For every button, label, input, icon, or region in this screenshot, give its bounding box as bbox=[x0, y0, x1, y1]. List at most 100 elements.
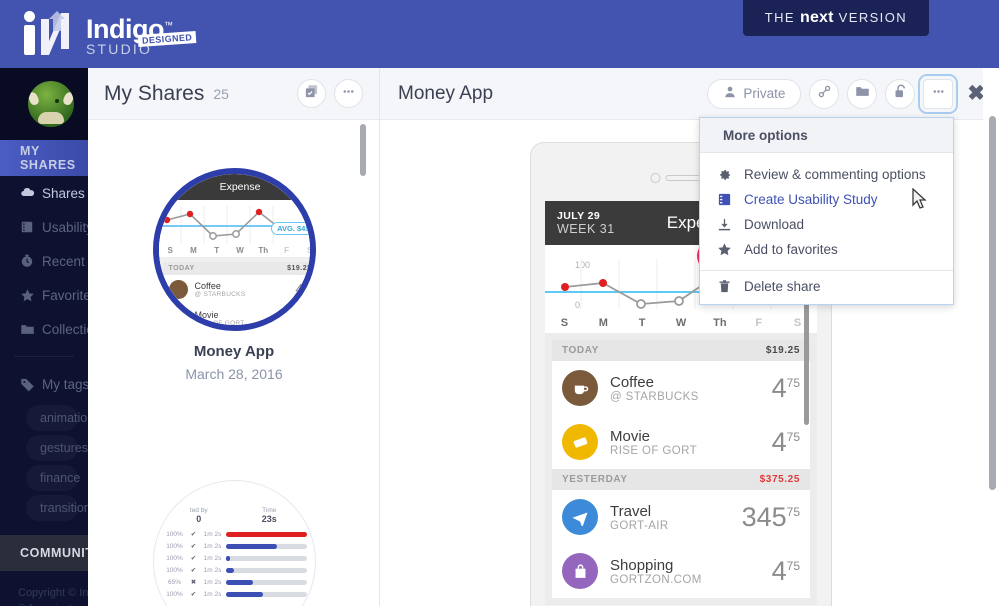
multi-select-button[interactable] bbox=[297, 79, 326, 108]
usability-col2-main: 23s bbox=[261, 514, 277, 524]
usability-row: 100% ✔ 1m 2s bbox=[154, 564, 315, 576]
share-card-title: Money App bbox=[193, 343, 275, 360]
mini-row: Coffee @ STARBUCKS 475 bbox=[162, 275, 312, 304]
sidebar-item-recent-label: Recent bbox=[42, 253, 85, 269]
usability-col1-main: 0 bbox=[196, 514, 202, 524]
usability-row-pct: 65% bbox=[167, 578, 181, 586]
share-thumbnail[interactable]: Expense AVG. $45 S M T W Th F S TODAY $1… bbox=[152, 168, 316, 331]
mini-expense-app: Expense AVG. $45 S M T W Th F S TODAY $1… bbox=[158, 174, 312, 325]
mini-day-4: Th bbox=[258, 246, 269, 255]
link-icon bbox=[817, 84, 832, 104]
mini-section-header: TODAY $19.25 bbox=[162, 262, 312, 275]
transaction-minor: 75 bbox=[786, 558, 800, 573]
sidebar-item-usability-label: Usability studies bbox=[42, 219, 88, 235]
share-card-date: March 28, 2016 bbox=[185, 366, 283, 382]
usability-icon bbox=[20, 220, 42, 234]
chart-day-2: T bbox=[638, 317, 646, 329]
mini-row-major: 4 bbox=[295, 281, 304, 298]
usability-row-time: 1m 2s bbox=[203, 554, 222, 562]
section-amount: $375.25 bbox=[759, 474, 800, 485]
permissions-button[interactable] bbox=[885, 78, 916, 109]
mini-section-label: TODAY bbox=[168, 265, 195, 272]
mini-row: Movie RISE OF GORT 475 bbox=[162, 304, 312, 325]
avatar[interactable] bbox=[28, 81, 74, 127]
transaction-minor: 75 bbox=[786, 375, 800, 390]
mini-day-1: M bbox=[190, 246, 197, 255]
shares-more-button[interactable] bbox=[334, 79, 363, 108]
privacy-button[interactable]: Private bbox=[707, 78, 802, 109]
usability-row: 100% ✔ 1m 2s bbox=[154, 540, 315, 552]
sidebar-tag-transitions[interactable]: transitions bbox=[26, 495, 88, 521]
menu-item-label: Create Usability Study bbox=[744, 192, 878, 207]
coffee-icon bbox=[168, 280, 188, 299]
mini-row-minor: 75 bbox=[303, 283, 312, 290]
sidebar-item-recent[interactable]: Recent bbox=[0, 244, 88, 278]
copy-link-button[interactable] bbox=[809, 78, 840, 109]
sidebar-tag-gestures[interactable]: gestures bbox=[26, 435, 88, 461]
usability-col2-sub: Time bbox=[262, 507, 277, 514]
share-thumbnail[interactable]: ted by 0 Time 23s 100% ✔ 1m 2s 100% ✔ 1m… bbox=[152, 480, 316, 606]
logo-n-glyph bbox=[41, 11, 69, 55]
share-card-usability[interactable]: ted by 0 Time 23s 100% ✔ 1m 2s 100% ✔ 1m… bbox=[88, 480, 380, 606]
ellipsis-icon bbox=[341, 84, 356, 104]
check-icon: ✔ bbox=[190, 555, 197, 562]
sidebar-item-shares[interactable]: Shares bbox=[0, 176, 88, 210]
more-options-button[interactable] bbox=[918, 73, 959, 114]
mini-day-2: T bbox=[214, 246, 220, 255]
sidebar-item-collections-label: Collections bbox=[42, 321, 88, 337]
indigo-studio-logo[interactable]: Indigo™ STUDIO DESIGNED bbox=[22, 10, 197, 58]
logo-tm: ™ bbox=[163, 19, 173, 30]
star-icon bbox=[20, 288, 42, 303]
sidebar-item-my-tags[interactable]: My tags bbox=[0, 367, 88, 401]
multi-select-icon bbox=[304, 84, 319, 104]
transaction-major: 4 bbox=[771, 372, 787, 403]
share-card-money-app[interactable]: Expense AVG. $45 S M T W Th F S TODAY $1… bbox=[88, 168, 380, 382]
unlock-icon bbox=[893, 84, 908, 104]
sidebar-item-collections[interactable]: Collections bbox=[0, 312, 88, 346]
usability-col1-sub: ted by bbox=[189, 507, 208, 514]
detail-header: Money App Private ✖ bbox=[380, 68, 999, 120]
person-icon bbox=[723, 85, 737, 102]
mini-chart-days: S M T W Th F S bbox=[159, 246, 309, 255]
sidebar-tag-finance[interactable]: finance bbox=[26, 465, 80, 491]
mini-row-name: Movie bbox=[194, 310, 219, 320]
user-profile[interactable] bbox=[0, 68, 88, 140]
usability-col-time: Time 23s bbox=[234, 507, 305, 524]
next-version-badge[interactable]: THE next VERSION bbox=[742, 0, 929, 36]
usability-row-pct: 100% bbox=[166, 542, 183, 550]
menu-item-download[interactable]: Download bbox=[700, 212, 953, 237]
next-badge-bold: next bbox=[799, 9, 834, 26]
transaction-sub: @ STARBUCKS bbox=[610, 390, 699, 403]
left-sidebar: MY SHARES Shares Usability studies Recen… bbox=[0, 68, 88, 606]
menu-item-review-commenting[interactable]: Review & commenting options bbox=[700, 162, 953, 187]
mini-section-amount: $19.25 bbox=[287, 265, 312, 272]
sidebar-item-favorites[interactable]: Favorites bbox=[0, 278, 88, 312]
usability-row-bar bbox=[225, 531, 307, 537]
mini-row-sub: @ STARBUCKS bbox=[194, 291, 246, 298]
transaction-row[interactable]: Travel GORT-AIR 34575 bbox=[552, 490, 810, 544]
detail-title: Money App bbox=[398, 82, 494, 104]
sidebar-item-usability-studies[interactable]: Usability studies bbox=[0, 210, 88, 244]
cloud-icon bbox=[20, 186, 42, 201]
transaction-row[interactable]: Shopping GORTZON.COM 475 bbox=[552, 544, 810, 598]
menu-item-add-to-favorites[interactable]: Add to favorites bbox=[700, 237, 953, 262]
clock-icon bbox=[20, 254, 42, 268]
transaction-row[interactable]: Coffee @ STARBUCKS 475 bbox=[552, 361, 810, 415]
usability-row-bar bbox=[225, 567, 307, 573]
menu-item-delete-share[interactable]: Delete share bbox=[700, 279, 953, 304]
mini-row-minor: 75 bbox=[303, 312, 312, 319]
cross-icon: ✖ bbox=[190, 579, 197, 586]
sidebar-tag-animation[interactable]: animation bbox=[26, 405, 88, 431]
menu-item-label: Download bbox=[744, 217, 805, 232]
usability-row-time: 1m 2s bbox=[203, 530, 222, 538]
sidebar-item-shares-label: Shares bbox=[42, 185, 85, 201]
page-scrollbar[interactable] bbox=[989, 116, 996, 490]
usability-row-bar bbox=[225, 555, 307, 561]
move-to-collection-button[interactable] bbox=[847, 78, 878, 109]
transaction-row[interactable]: Movie RISE OF GORT 475 bbox=[552, 415, 810, 469]
check-icon: ✔ bbox=[190, 567, 197, 574]
transaction-sub: GORTZON.COM bbox=[610, 573, 702, 586]
sidebar-section-community[interactable]: COMMUNITY bbox=[0, 535, 88, 571]
transaction-list[interactable]: TODAY $19.25 Coffee @ STARBUCKS 475 Movi… bbox=[545, 333, 817, 605]
sidebar-my-tags-label: My tags bbox=[42, 376, 88, 392]
